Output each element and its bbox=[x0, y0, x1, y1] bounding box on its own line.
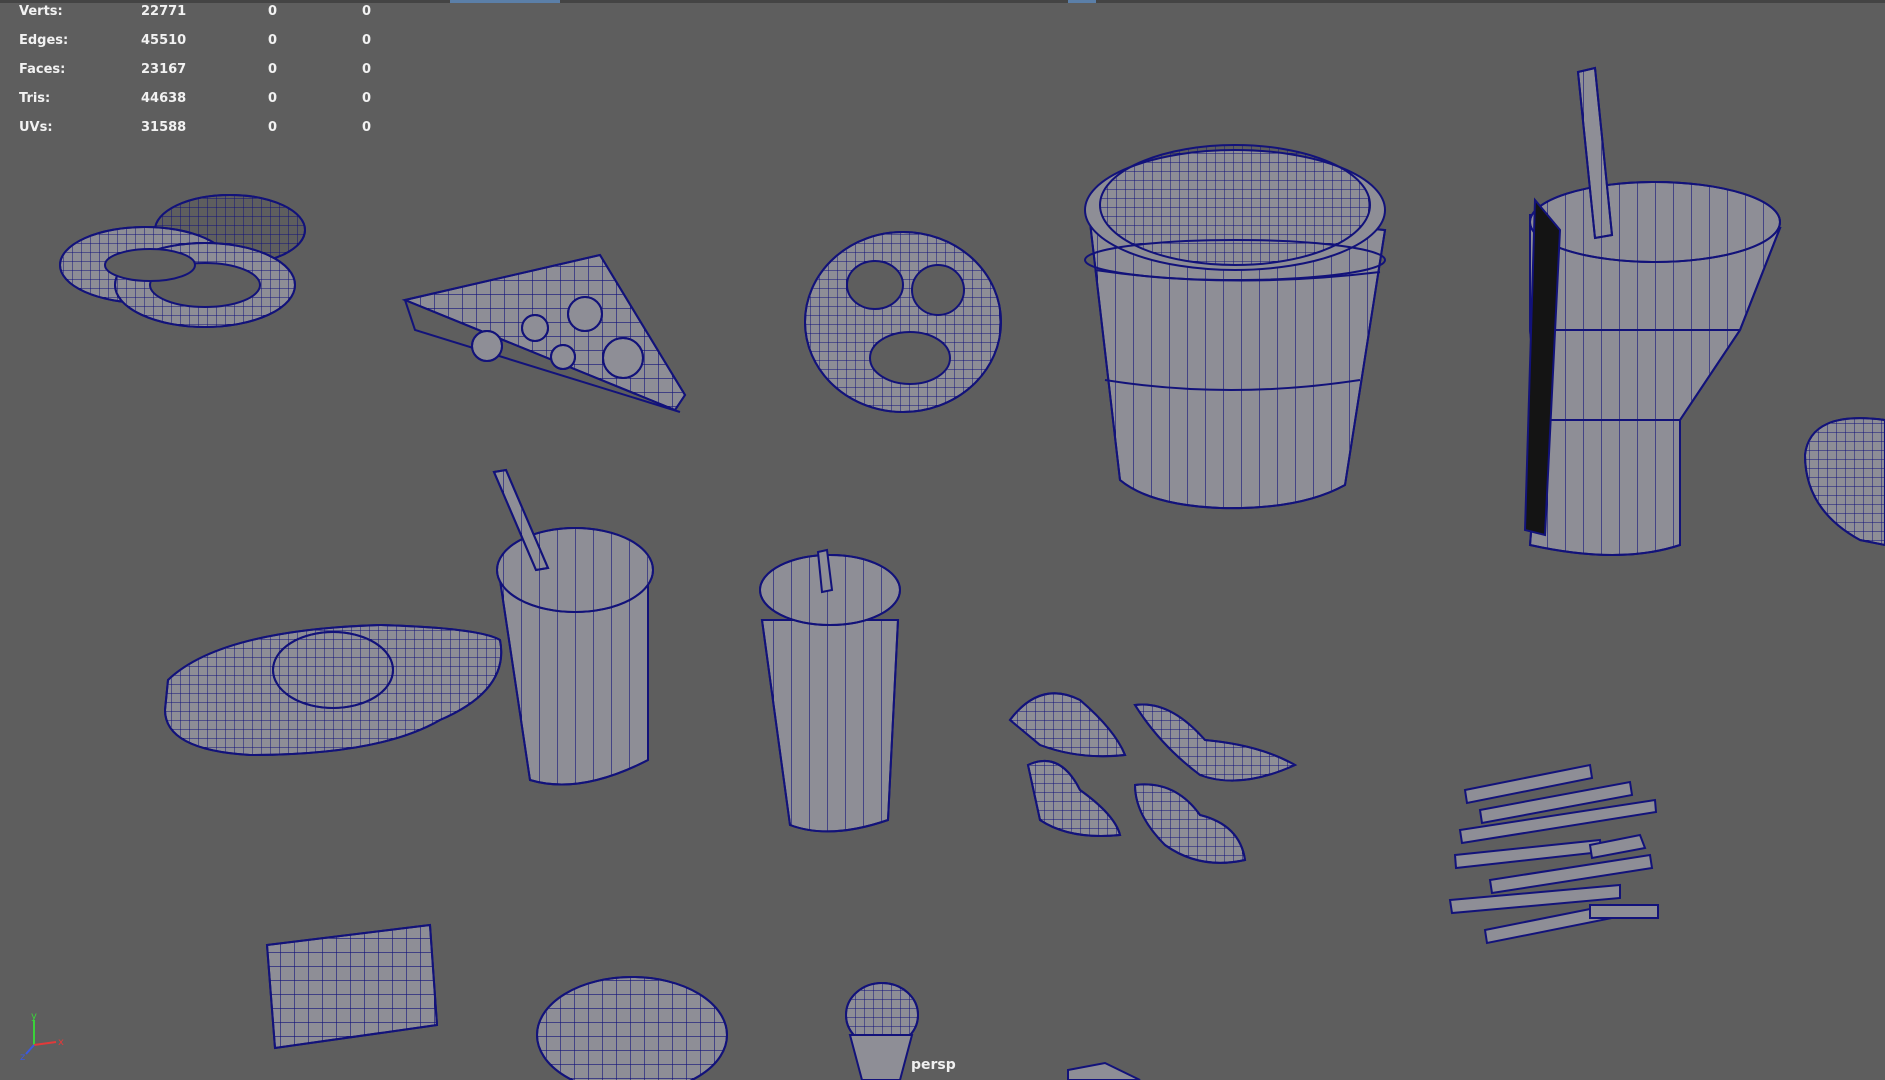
scene-canvas[interactable] bbox=[0, 0, 1885, 1080]
axis-z-line bbox=[25, 1044, 35, 1055]
camera-name-label: persp bbox=[911, 1057, 956, 1073]
pizza-slice-model[interactable] bbox=[401, 253, 687, 413]
soda-cup-large-model[interactable] bbox=[1523, 66, 1782, 556]
hud-value-component: 0 bbox=[362, 120, 372, 135]
fried-egg-model[interactable] bbox=[163, 623, 503, 757]
dino-nuggets-model[interactable] bbox=[1008, 692, 1298, 864]
pretzel-model[interactable] bbox=[804, 231, 1002, 413]
axis-x-label: x bbox=[58, 1037, 64, 1048]
perspective-viewport[interactable]: Verts: 22771 0 0 Edges: 45510 0 0 Faces:… bbox=[0, 0, 1885, 1080]
hud-value-object: 22771 bbox=[141, 4, 187, 19]
waffle-round-model[interactable] bbox=[536, 976, 728, 1080]
drink-cup-lid-model[interactable] bbox=[759, 548, 901, 833]
hud-value-selected: 0 bbox=[268, 91, 278, 106]
hud-value-component: 0 bbox=[362, 33, 372, 48]
hud-label: UVs: bbox=[19, 120, 53, 135]
hud-value-selected: 0 bbox=[268, 120, 278, 135]
hud-value-object: 45510 bbox=[141, 33, 187, 48]
hud-value-selected: 0 bbox=[268, 33, 278, 48]
hud-label: Tris: bbox=[19, 91, 51, 106]
hud-label: Edges: bbox=[19, 33, 69, 48]
hud-value-object: 31588 bbox=[141, 120, 187, 135]
axis-x-line bbox=[33, 1041, 57, 1046]
axis-z-label: z bbox=[20, 1052, 25, 1062]
hud-value-selected: 0 bbox=[268, 62, 278, 77]
axis-y-label: y bbox=[31, 1012, 37, 1022]
waffle-square-model[interactable] bbox=[265, 923, 439, 1050]
partial-model-right-edge[interactable] bbox=[1803, 417, 1885, 547]
hud-value-selected: 0 bbox=[268, 4, 278, 19]
view-axis-gizmo: y x z bbox=[20, 1012, 64, 1062]
french-fries-model[interactable] bbox=[1448, 763, 1659, 945]
popcorn-bucket-model[interactable] bbox=[1084, 144, 1387, 510]
hud-label: Verts: bbox=[19, 4, 63, 19]
hud-label: Faces: bbox=[19, 62, 66, 77]
drink-cup-straw-model[interactable] bbox=[492, 468, 654, 786]
ice-cream-cone-model[interactable] bbox=[845, 982, 919, 1080]
partial-model-bottom-edge[interactable] bbox=[1067, 1061, 1141, 1080]
onion-rings-model[interactable] bbox=[59, 194, 306, 328]
hud-value-object: 23167 bbox=[141, 62, 187, 77]
hud-value-component: 0 bbox=[362, 62, 372, 77]
hud-value-component: 0 bbox=[362, 91, 372, 106]
hud-value-component: 0 bbox=[362, 4, 372, 19]
hud-value-object: 44638 bbox=[141, 91, 187, 106]
